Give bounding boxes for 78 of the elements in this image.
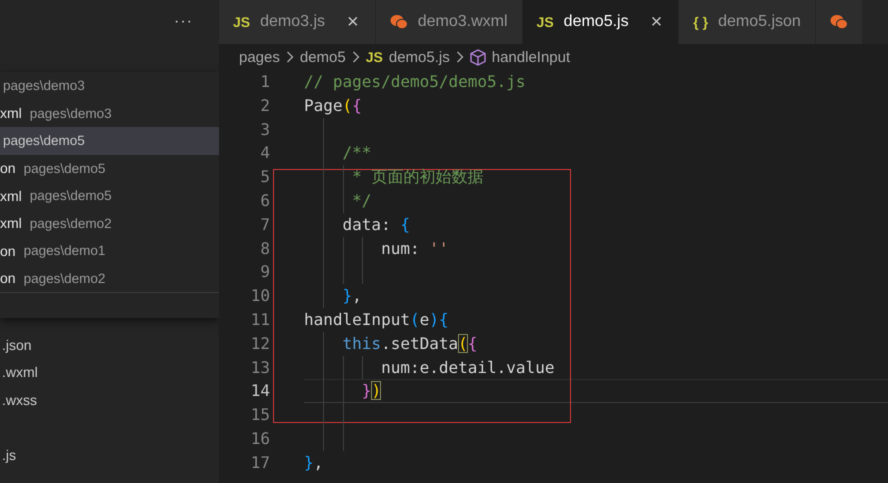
code-line: Page({ [304, 96, 362, 115]
editor-tab[interactable] [816, 0, 863, 44]
code-line: handleInput(e){ [304, 310, 449, 329]
code-line: num:e.detail.value [380, 358, 554, 377]
file-path: pages\demo5 [3, 133, 85, 148]
chat-bubbles-icon [830, 14, 848, 30]
file-tree-item[interactable]: .js [0, 442, 219, 469]
js-icon: JS [233, 14, 250, 30]
cube-icon [470, 48, 486, 66]
file-tree-item[interactable]: .wxml [0, 359, 219, 386]
close-button[interactable]: × [648, 12, 664, 32]
breadcrumb-item[interactable]: JS demo5.js [366, 48, 450, 66]
line-number: 5 [259, 166, 270, 188]
file-path: pages\demo3 [3, 78, 85, 94]
line-number: 4 [259, 142, 270, 164]
line-number: 17 [250, 452, 270, 474]
line-number: 16 [250, 428, 270, 450]
file-path: pages\demo5 [30, 188, 112, 204]
code-line: */ [351, 190, 372, 210]
quick-open-item[interactable]: xml pages\demo2 [0, 210, 219, 237]
line-number: 9 [259, 261, 270, 284]
file-name: on [0, 160, 16, 176]
chevron-right-icon [286, 51, 294, 63]
quick-open-item[interactable]: xml pages\demo3 [0, 100, 219, 127]
more-actions-button[interactable]: ··· [170, 13, 197, 31]
quick-open-item[interactable]: pages\demo5 [0, 127, 219, 154]
quick-open-item[interactable]: pages\demo3 [0, 72, 219, 100]
editor-tab[interactable]: { } demo5.json [679, 0, 816, 44]
file-path: pages\demo1 [24, 243, 106, 258]
code-line: num: '' [380, 238, 448, 258]
file-name: xml [0, 188, 22, 204]
line-number: 3 [259, 118, 270, 141]
line-number: 2 [259, 94, 270, 117]
line-number: 14 [250, 380, 270, 402]
breadcrumb-item[interactable]: demo5 [300, 48, 346, 66]
line-number: 7 [259, 214, 270, 236]
file-name: on [0, 242, 16, 259]
file-name: on [0, 270, 16, 286]
js-icon: JS [536, 14, 554, 30]
file-path: pages\demo2 [30, 216, 112, 231]
editor-tab[interactable]: JS demo5.js × [522, 0, 680, 44]
file-path: pages\demo3 [30, 106, 112, 121]
quick-open-item[interactable]: xml pages\demo5 [0, 182, 219, 210]
code-line: }) [360, 381, 382, 400]
file-name: xml [0, 215, 22, 232]
file-name: xml [0, 105, 22, 122]
line-number: 13 [250, 356, 270, 379]
code-line: this.setData({ [342, 334, 478, 353]
line-number: 6 [259, 190, 270, 212]
line-number: 10 [250, 285, 270, 308]
chevron-right-icon [456, 51, 464, 63]
breadcrumb-item[interactable]: pages [239, 48, 280, 66]
code-line: }, [304, 452, 324, 472]
editor-tab[interactable]: demo3.wxml [376, 0, 523, 44]
file-tree-item[interactable]: .json [0, 332, 219, 359]
line-number: 12 [250, 332, 270, 355]
line-number: 1 [259, 71, 270, 93]
chevron-right-icon [352, 51, 360, 63]
chat-bubbles-icon [390, 14, 408, 30]
breadcrumb-item[interactable]: handleInput [470, 48, 570, 66]
file-tree-item[interactable]: .wxss [0, 386, 219, 414]
file-path: pages\demo2 [24, 270, 106, 286]
js-icon: JS [366, 49, 383, 65]
code-line: // pages/demo5/demo5.js [304, 72, 526, 91]
file-path: pages\demo5 [24, 160, 106, 176]
code-line: data: { [342, 214, 410, 234]
editor-tab[interactable]: JS demo3.js × [219, 0, 376, 44]
line-number: 11 [250, 308, 270, 331]
line-number: 15 [250, 404, 270, 426]
code-line: * 页面的初始数据 [351, 167, 484, 186]
code-line: }, [342, 286, 362, 306]
code-line: /** [342, 143, 372, 162]
json-braces-icon: { } [693, 14, 708, 30]
quick-open-item[interactable]: on pages\demo5 [0, 154, 219, 182]
quick-open-item[interactable]: on pages\demo1 [0, 237, 219, 264]
quick-open-item[interactable]: on pages\demo2 [0, 264, 219, 292]
line-number: 8 [259, 238, 270, 260]
close-button[interactable]: × [345, 12, 361, 32]
